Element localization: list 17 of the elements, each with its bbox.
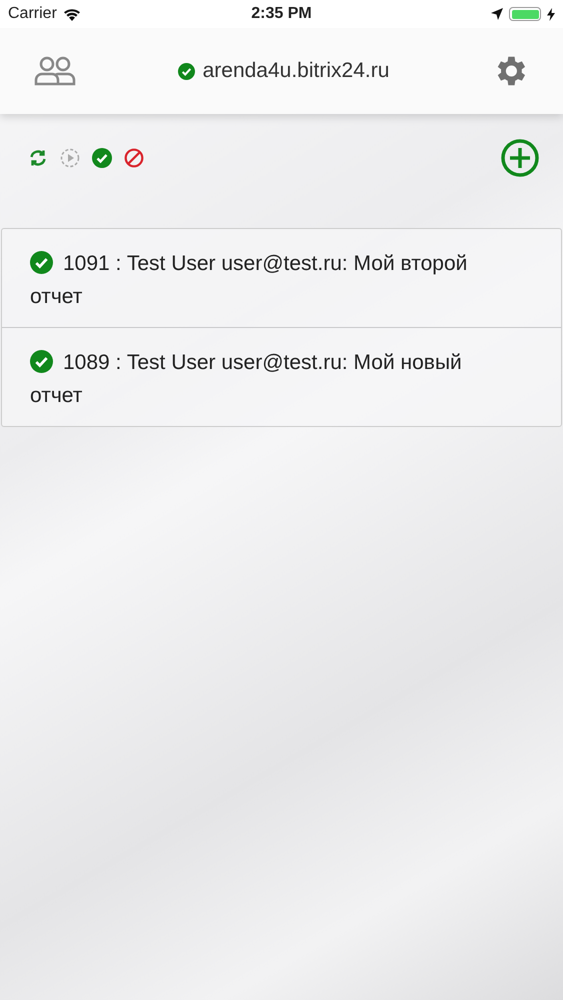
report-title: 1091 : Test User user@test.ru: Мой второй отчет <box>30 250 468 310</box>
users-icon[interactable] <box>34 56 76 86</box>
battery-icon <box>509 7 541 21</box>
charging-bolt-icon <box>547 8 555 20</box>
sync-icon[interactable] <box>28 148 48 168</box>
carrier-name: Carrier <box>8 5 57 23</box>
wifi-icon <box>62 8 81 20</box>
report-item[interactable]: 1091 : Test User user@test.ru: Мой второй отчет <box>2 229 561 328</box>
play-circle-icon[interactable] <box>60 148 80 168</box>
report-title: 1089 : Test User user@test.ru: Мой новый отчет <box>30 349 463 409</box>
server-address: arenda4u.bitrix24.ru <box>202 59 390 83</box>
add-button[interactable] <box>501 139 539 177</box>
location-arrow-icon <box>491 8 503 20</box>
blocked-icon[interactable] <box>124 148 144 168</box>
clock-time: 2:35 PM <box>251 5 312 23</box>
check-circle-icon[interactable] <box>92 148 112 168</box>
report-item[interactable]: 1089 : Test User user@test.ru: Мой новый отчет <box>2 328 561 426</box>
